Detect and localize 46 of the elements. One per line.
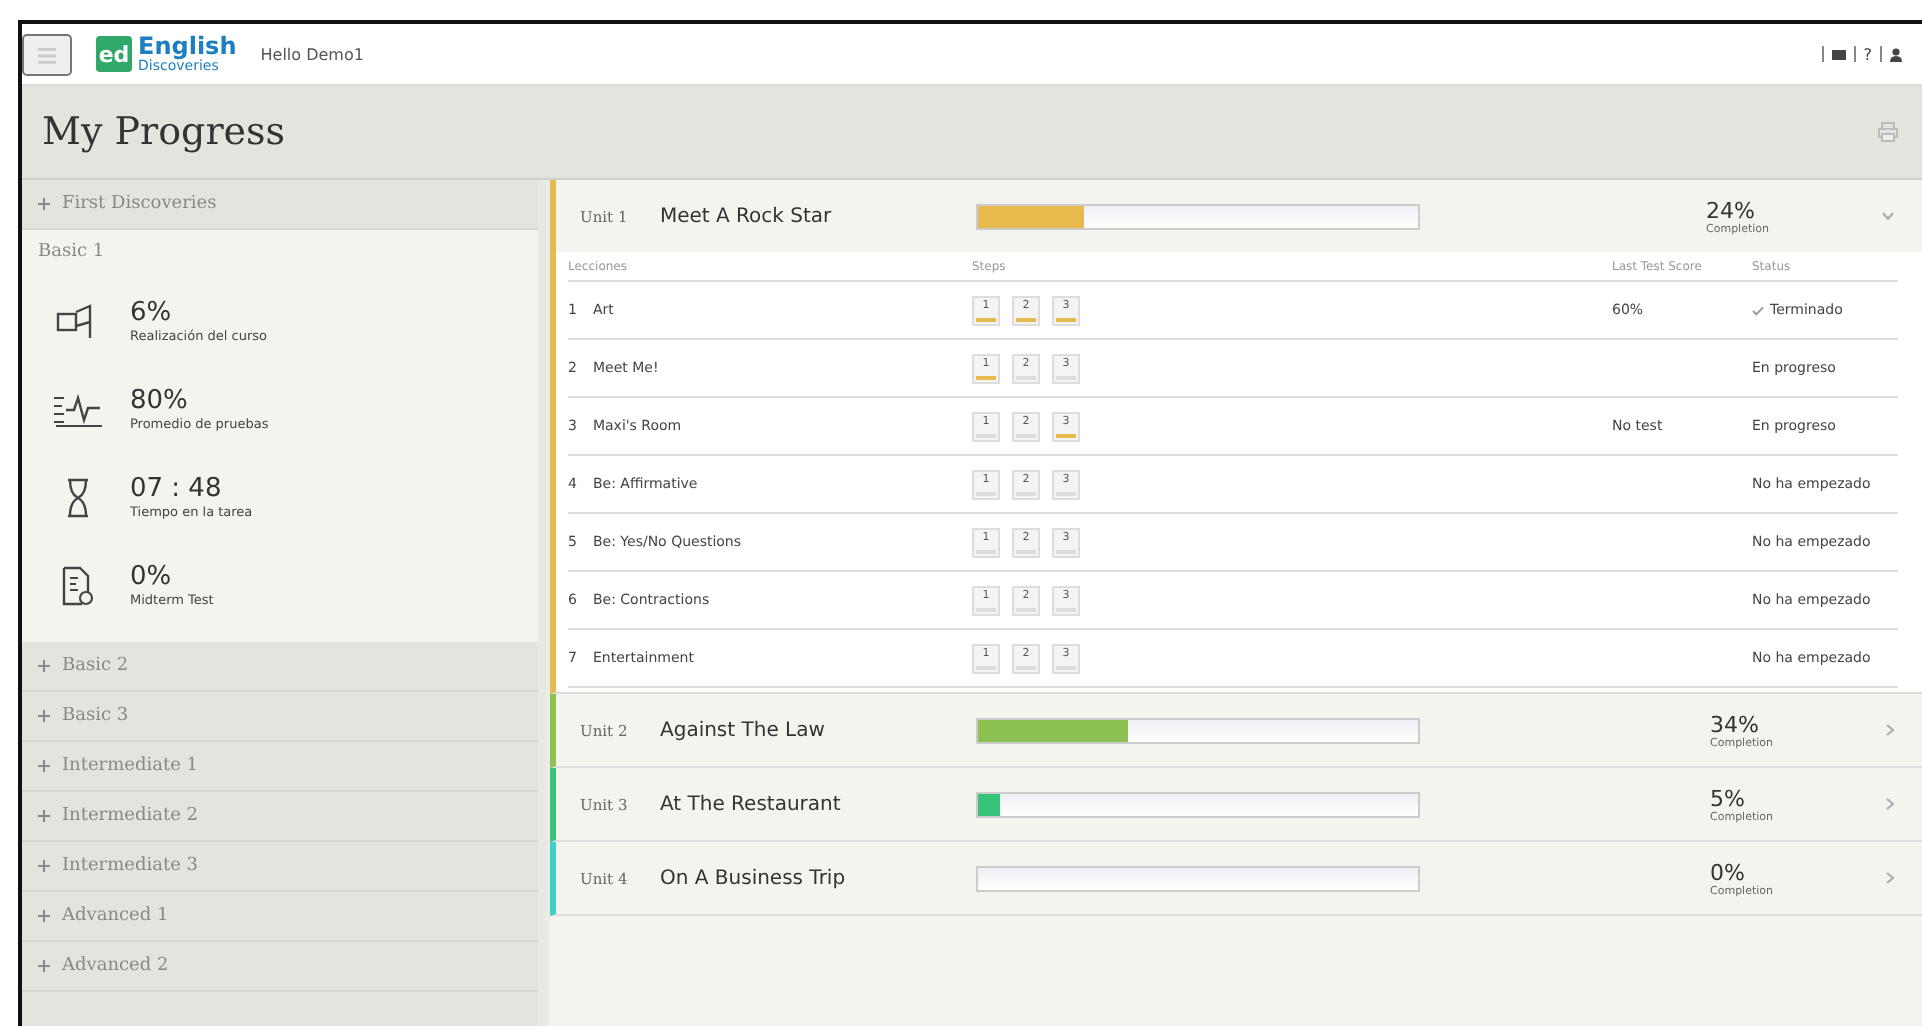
pulse-chart-icon xyxy=(52,392,104,428)
logo-title: English xyxy=(138,35,237,57)
hourglass-icon xyxy=(64,478,92,518)
plus-icon xyxy=(38,760,50,772)
level-label: Intermediate 3 xyxy=(62,856,198,876)
help-link[interactable]: ? xyxy=(1863,45,1872,63)
unit-title[interactable]: Against The Law xyxy=(660,719,976,741)
completion-percent: 24% xyxy=(1706,197,1757,223)
level-label: Intermediate 1 xyxy=(62,756,198,776)
plus-icon xyxy=(38,960,50,972)
menu-button[interactable] xyxy=(22,33,72,75)
greeting-text: Hello Demo1 xyxy=(260,45,364,63)
logo-mark: ed xyxy=(96,36,132,72)
completion-percent: 5% xyxy=(1710,785,1747,811)
plus-icon xyxy=(38,198,50,210)
chevron-right-icon[interactable] xyxy=(1886,724,1894,736)
completion-percent: 0% xyxy=(1710,859,1747,885)
plus-icon xyxy=(38,660,50,672)
stat-value: 0% xyxy=(130,564,174,592)
mail-icon[interactable] xyxy=(1831,49,1846,59)
level-label: Advanced 1 xyxy=(62,906,169,926)
completion-percent: 34% xyxy=(1710,711,1761,737)
menu-icon xyxy=(38,47,56,63)
unit-title[interactable]: At The Restaurant xyxy=(660,793,976,815)
plus-icon xyxy=(38,860,50,872)
level-label: Basic 3 xyxy=(62,706,129,726)
test-document-icon xyxy=(62,566,94,606)
level-label: Basic 2 xyxy=(62,656,129,676)
stat-value: 80% xyxy=(130,388,190,416)
chevron-down-icon[interactable] xyxy=(1882,212,1894,220)
user-icon[interactable] xyxy=(1890,47,1902,61)
unit-title[interactable]: Meet A Rock Star xyxy=(660,205,976,227)
plus-icon xyxy=(38,810,50,822)
plus-icon xyxy=(38,710,50,722)
level-label: First Discoveries xyxy=(62,194,217,214)
level-label: Advanced 2 xyxy=(62,956,169,976)
stat-value: 6% xyxy=(130,300,174,328)
chevron-right-icon[interactable] xyxy=(1886,872,1894,884)
plus-icon xyxy=(38,910,50,922)
level-label: Basic 1 xyxy=(38,242,105,262)
chevron-right-icon[interactable] xyxy=(1886,798,1894,810)
unit-title[interactable]: On A Business Trip xyxy=(660,867,976,889)
page-title: My Progress xyxy=(42,110,286,154)
stat-value: 07 : 48 xyxy=(130,476,224,504)
level-label: Intermediate 2 xyxy=(62,806,198,826)
print-icon[interactable] xyxy=(1878,122,1898,142)
